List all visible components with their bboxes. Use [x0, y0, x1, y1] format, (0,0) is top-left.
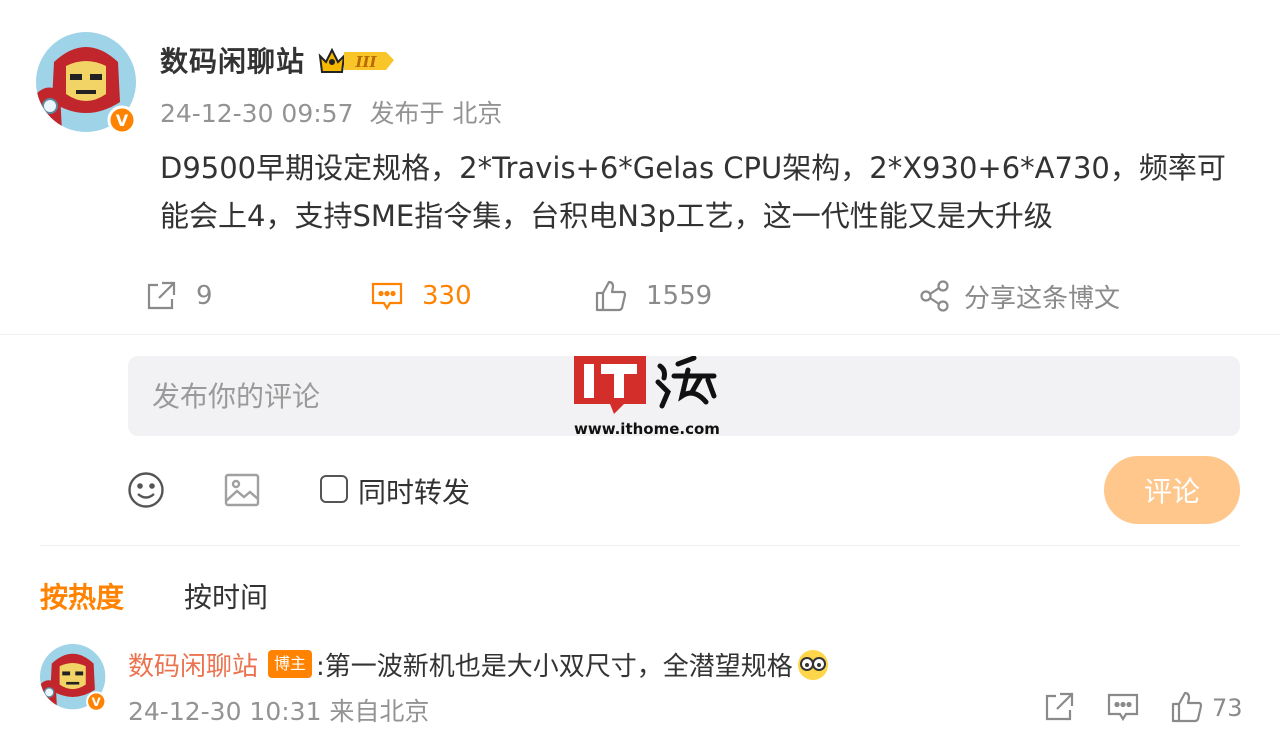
- post-timestamp: 24-12-30 09:57: [160, 99, 354, 128]
- comment-button[interactable]: 330: [370, 276, 472, 316]
- thumbs-up-icon: [594, 279, 628, 313]
- comment-thumbs-up-icon[interactable]: [1170, 690, 1204, 724]
- verified-badge: V: [116, 111, 129, 130]
- repost-icon: [144, 279, 178, 313]
- like-button[interactable]: 1559: [594, 276, 712, 316]
- post-meta: 24-12-30 09:57 发布于 北京: [160, 94, 502, 130]
- glasses-emoji-icon: [796, 648, 830, 682]
- post-body: D9500早期设定规格，2*Travis+6*Gelas CPU架构，2*X93…: [160, 151, 1226, 233]
- comment-repost-icon[interactable]: [1042, 690, 1076, 724]
- author-avatar[interactable]: V: [36, 32, 140, 136]
- comment-like-count: 73: [1212, 694, 1243, 722]
- author-badge: 博主: [268, 650, 313, 678]
- comment-reply-icon[interactable]: [1106, 690, 1140, 724]
- repost-count: 9: [196, 281, 213, 311]
- share-label: 分享这条博文: [964, 283, 1121, 314]
- share-icon: [918, 279, 952, 313]
- tab-sort-hot[interactable]: 按热度: [40, 576, 124, 616]
- svg-text:III: III: [354, 53, 377, 71]
- share-button[interactable]: 分享这条博文: [918, 276, 1120, 316]
- comment-meta: 24-12-30 10:31 来自北京: [128, 697, 430, 726]
- tab-sort-time[interactable]: 按时间: [184, 576, 268, 616]
- forward-label[interactable]: 同时转发: [358, 471, 470, 511]
- repost-button[interactable]: 9: [144, 276, 213, 316]
- divider: [0, 334, 1280, 335]
- vip-crown-badge: III: [318, 44, 396, 76]
- comment-icon: [370, 279, 404, 313]
- watermark-url: www.ithome.com: [574, 420, 720, 438]
- forward-checkbox[interactable]: [320, 475, 348, 503]
- commenter-avatar[interactable]: V: [40, 644, 108, 712]
- divider: [40, 545, 1240, 546]
- comment-text: :第一波新机也是大小双尺寸，全潜望规格: [316, 652, 793, 682]
- submit-comment-button[interactable]: 评论: [1104, 456, 1240, 524]
- image-icon[interactable]: [222, 470, 262, 510]
- comment-count: 330: [422, 281, 472, 311]
- author-name[interactable]: 数码闲聊站: [160, 40, 305, 80]
- like-count: 1559: [646, 281, 713, 311]
- commenter-name[interactable]: 数码闲聊站: [128, 646, 258, 683]
- post-location: 发布于 北京: [369, 99, 503, 128]
- emoji-icon[interactable]: [126, 470, 166, 510]
- svg-text:V: V: [92, 695, 102, 709]
